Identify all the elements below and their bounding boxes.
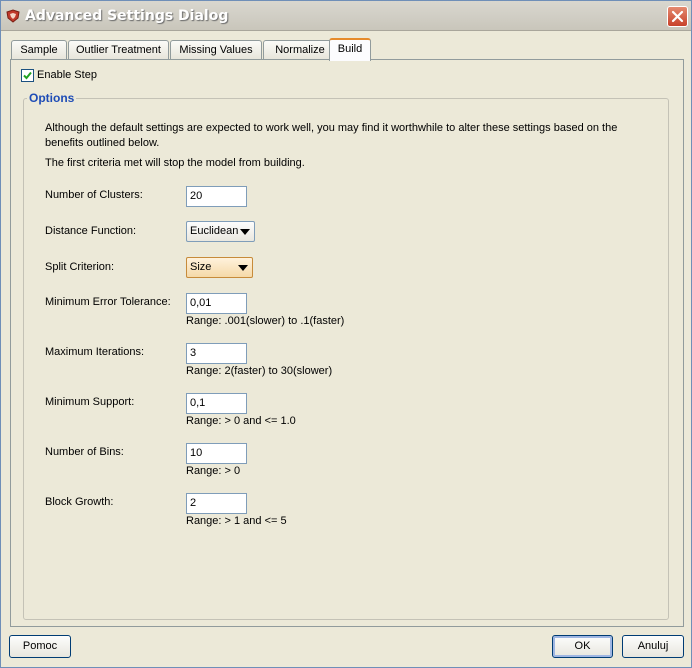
number-of-clusters-label: Number of Clusters: [45,189,143,201]
window-title: Advanced Settings Dialog [25,8,229,24]
min-error-tolerance-hint: Range: .001(slower) to .1(faster) [186,315,345,327]
min-error-tolerance-label: Minimum Error Tolerance: [45,296,171,308]
enable-step-checkbox[interactable] [21,69,34,82]
cancel-button[interactable]: Anuluj [622,635,684,658]
tab-missing-values[interactable]: Missing Values [170,40,262,60]
close-button[interactable] [667,6,688,27]
dropdown-arrow-icon [238,265,248,271]
number-of-bins-input[interactable]: 10 [186,443,247,464]
distance-function-dropdown[interactable]: Euclidean [186,221,255,242]
number-of-bins-label: Number of Bins: [45,446,124,458]
ok-button[interactable]: OK [552,635,613,658]
tab-build[interactable]: Build [329,38,371,61]
max-iterations-input[interactable]: 3 [186,343,247,364]
title-bar[interactable]: Advanced Settings Dialog [1,1,691,31]
max-iterations-label: Maximum Iterations: [45,346,145,358]
min-support-input[interactable]: 0,1 [186,393,247,414]
max-iterations-hint: Range: 2(faster) to 30(slower) [186,365,333,377]
options-group [23,98,669,620]
number-of-bins-hint: Range: > 0 [186,465,241,477]
advanced-settings-dialog: Advanced Settings Dialog Sample Outlier … [0,0,692,668]
split-criterion-value: Size [190,261,212,273]
close-icon [671,10,684,23]
min-support-label: Minimum Support: [45,396,135,408]
number-of-clusters-input[interactable]: 20 [186,186,247,207]
tab-normalize[interactable]: Normalize [263,40,337,60]
min-error-tolerance-input[interactable]: 0,01 [186,293,247,314]
stop-criteria-note: The first criteria met will stop the mod… [45,157,305,169]
checkmark-icon [23,71,32,80]
intro-text: Although the default settings are expect… [45,122,618,149]
help-button[interactable]: Pomoc [9,635,71,658]
enable-step-label: Enable Step [37,69,97,81]
app-logo-icon [5,8,21,24]
tab-outlier-treatment[interactable]: Outlier Treatment [68,40,169,60]
distance-function-value: Euclidean [190,225,239,237]
block-growth-label: Block Growth: [45,496,114,508]
split-criterion-label: Split Criterion: [45,261,115,273]
block-growth-input[interactable]: 2 [186,493,247,514]
options-group-title: Options [27,91,77,105]
min-support-hint: Range: > 0 and <= 1.0 [186,415,296,427]
block-growth-hint: Range: > 1 and <= 5 [186,515,287,527]
distance-function-label: Distance Function: [45,225,137,237]
split-criterion-dropdown[interactable]: Size [186,257,253,278]
dropdown-arrow-icon [240,229,250,235]
tab-sample[interactable]: Sample [11,40,67,60]
